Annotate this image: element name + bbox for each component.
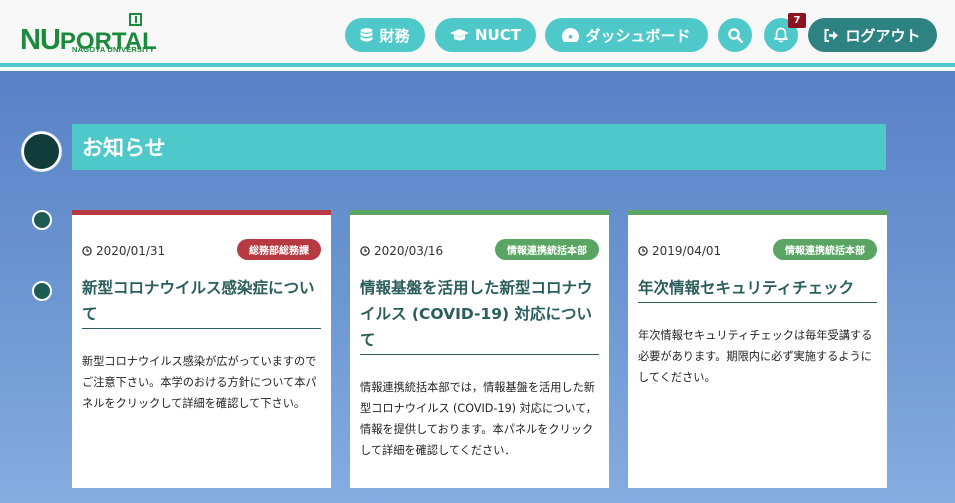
timeline-dot: [32, 281, 52, 301]
finance-label: 財務: [379, 26, 410, 45]
bell-icon: [774, 27, 788, 43]
logo-subtitle: NAGOYA UNIVERSITY: [72, 45, 155, 54]
department-tag: 総務部総務課: [237, 239, 321, 260]
nuct-label: NUCT: [475, 26, 521, 44]
clock-icon: [638, 246, 648, 256]
dashboard-button[interactable]: ダッシュボード: [545, 18, 708, 52]
card-title: 情報基盤を活用した新型コロナウイルス (COVID-19) 対応について: [360, 275, 599, 355]
section-title: お知らせ: [72, 124, 886, 170]
dashboard-label: ダッシュボード: [585, 26, 691, 45]
database-icon: [360, 27, 373, 41]
department-tag: 情報連携統括本部: [495, 239, 599, 260]
card-body: 新型コロナウイルス感染が広がっていますのでご注意下さい。本学のおける方針について…: [82, 355, 317, 410]
logo-nu: NU: [20, 24, 61, 56]
card-date: 2019/04/01: [638, 244, 721, 258]
finance-button[interactable]: 財務: [345, 18, 425, 52]
timeline-main-dot: [22, 132, 61, 171]
logout-label: ログアウト: [845, 26, 921, 45]
main-content: お知らせ 2020/01/31 総務部総務課 新型コロナウイルス感染症について …: [0, 71, 955, 503]
clock-icon: [360, 246, 370, 256]
dashboard-icon: [562, 28, 580, 42]
news-card-security-check[interactable]: 2019/04/01 情報連携統括本部 年次情報セキュリティチェック 年次情報セ…: [628, 210, 887, 488]
top-header: NUPORTAL NAGOYA UNIVERSITY 財務 NUCT ダッシュボ…: [0, 0, 955, 67]
nu-portal-logo[interactable]: NUPORTAL NAGOYA UNIVERSITY: [20, 12, 175, 56]
nuct-button[interactable]: NUCT: [435, 18, 536, 52]
card-title: 年次情報セキュリティチェック: [638, 275, 877, 303]
news-card-covid-info[interactable]: 2020/03/16 情報連携統括本部 情報基盤を活用した新型コロナウイルス (…: [350, 210, 609, 488]
card-date: 2020/01/31: [82, 244, 165, 258]
search-icon: [727, 27, 743, 43]
search-button[interactable]: [718, 18, 752, 52]
graduation-cap-icon: [450, 28, 469, 40]
department-tag: 情報連携統括本部: [773, 239, 877, 260]
card-date-text: 2020/03/16: [374, 244, 444, 258]
notification-count-badge: 7: [788, 13, 806, 28]
timeline-dot: [32, 210, 52, 230]
card-body: 情報連携統括本部では，情報基盤を活用した新型コロナウイルス (COVID-19)…: [360, 381, 597, 457]
card-date: 2020/03/16: [360, 244, 443, 258]
card-body: 年次情報セキュリティチェックは毎年受講する必要があります。期限内に必ず実施するよ…: [638, 329, 873, 384]
card-date-text: 2020/01/31: [96, 244, 166, 258]
news-card-corona[interactable]: 2020/01/31 総務部総務課 新型コロナウイルス感染症について 新型コロナ…: [72, 210, 331, 488]
sign-out-icon: [824, 28, 839, 42]
clock-icon: [82, 246, 92, 256]
logo-square-icon: [129, 13, 142, 26]
logout-button[interactable]: ログアウト: [808, 18, 937, 52]
card-date-text: 2019/04/01: [652, 244, 722, 258]
card-title: 新型コロナウイルス感染症について: [82, 275, 321, 329]
